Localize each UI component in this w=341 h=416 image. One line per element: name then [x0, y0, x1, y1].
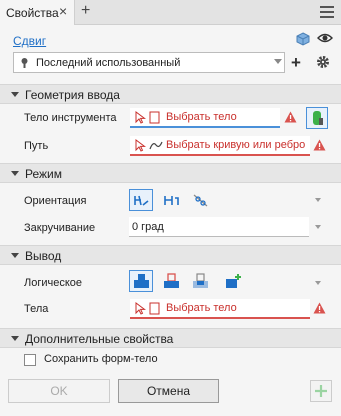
chevron-down-icon[interactable] [315, 225, 321, 229]
orientation-fixed-button[interactable] [159, 189, 183, 211]
section-title: Режим [25, 167, 62, 181]
preset-dropdown[interactable]: Последний использованный [13, 52, 285, 73]
section-mode[interactable]: Режим [0, 163, 341, 183]
tab-properties[interactable]: Свойства × [0, 0, 75, 25]
warning-icon [313, 302, 326, 314]
collapse-triangle-icon [11, 171, 19, 176]
tool-body-selector[interactable]: Выбрать тело [130, 108, 280, 128]
warning-icon [284, 111, 297, 123]
tab-bar: Свойства × + [0, 0, 341, 25]
preset-value: Последний использованный [36, 57, 181, 69]
boolean-label: Логическое [24, 277, 83, 289]
bodies-selector[interactable]: Выбрать тело [130, 299, 310, 319]
section-input-geometry[interactable]: Геометрия ввода [0, 84, 341, 104]
orientation-path-icon [134, 195, 149, 206]
chevron-down-icon [274, 59, 282, 64]
tool-body-prompt: Выбрать тело [166, 111, 237, 123]
orientation-parallel-icon [193, 194, 208, 207]
orientation-fixed-icon [164, 196, 179, 205]
eye-icon[interactable] [317, 31, 333, 45]
path-label: Путь [24, 140, 49, 152]
select-arrow-icon [135, 111, 146, 124]
collapse-triangle-icon [11, 253, 19, 258]
curve-icon [149, 141, 163, 150]
boolean-intersect-icon [193, 273, 208, 288]
orientation-path-button[interactable] [129, 189, 153, 211]
section-output[interactable]: Вывод [0, 245, 341, 265]
collapse-triangle-icon [11, 92, 19, 97]
section-title: Дополнительные свойства [25, 332, 174, 346]
collapse-triangle-icon [11, 336, 19, 341]
new-solid-button[interactable] [221, 270, 245, 292]
keep-tool-body-checkbox[interactable] [24, 354, 36, 366]
keep-tool-body-label: Сохранить форм-тело [44, 353, 158, 365]
apply-plus-icon [315, 385, 327, 397]
ok-button[interactable]: OK [8, 379, 110, 403]
warning-icon [313, 139, 326, 151]
green-body-icon [313, 111, 323, 125]
tool-body-label: Тело инструмента [24, 112, 117, 124]
tab-title: Свойства [6, 6, 59, 20]
bodies-prompt: Выбрать тело [166, 302, 237, 314]
select-arrow-icon [135, 139, 146, 152]
boolean-join-icon [134, 274, 149, 288]
apply-button[interactable] [310, 380, 332, 402]
menu-icon[interactable] [320, 6, 334, 21]
orientation-label: Ориентация [24, 195, 87, 207]
section-title: Геометрия ввода [25, 88, 120, 102]
boolean-intersect-button[interactable] [188, 270, 212, 292]
boolean-join-button[interactable] [129, 270, 153, 292]
green-body-button[interactable] [306, 107, 328, 129]
boolean-cut-icon [164, 273, 179, 288]
add-tab-icon[interactable]: + [81, 2, 90, 20]
preset-icon [21, 58, 28, 68]
new-solid-icon [226, 274, 241, 288]
add-preset-icon[interactable]: + [291, 53, 301, 73]
twist-value: 0 град [132, 221, 164, 233]
close-icon[interactable]: × [59, 3, 67, 19]
twist-input[interactable]: 0 град [129, 217, 309, 237]
cancel-button[interactable]: Отмена [118, 379, 219, 403]
section-advanced[interactable]: Дополнительные свойства [0, 328, 341, 348]
mode-link[interactable]: Сдвиг [13, 34, 46, 48]
section-title: Вывод [25, 249, 62, 263]
twist-label: Закручивание [24, 222, 96, 234]
gear-icon[interactable] [316, 55, 330, 69]
boolean-cut-button[interactable] [159, 270, 183, 292]
bodies-label: Тела [24, 303, 49, 315]
body-icon [149, 111, 160, 124]
select-arrow-icon [135, 302, 146, 315]
chevron-down-icon[interactable] [315, 198, 321, 202]
chevron-down-icon[interactable] [315, 281, 321, 285]
orientation-parallel-button[interactable] [188, 189, 212, 211]
path-prompt: Выбрать кривую или ребро [166, 139, 306, 151]
cube-icon[interactable] [296, 32, 310, 46]
body-icon [149, 302, 160, 315]
path-selector[interactable]: Выбрать кривую или ребро [130, 136, 310, 156]
